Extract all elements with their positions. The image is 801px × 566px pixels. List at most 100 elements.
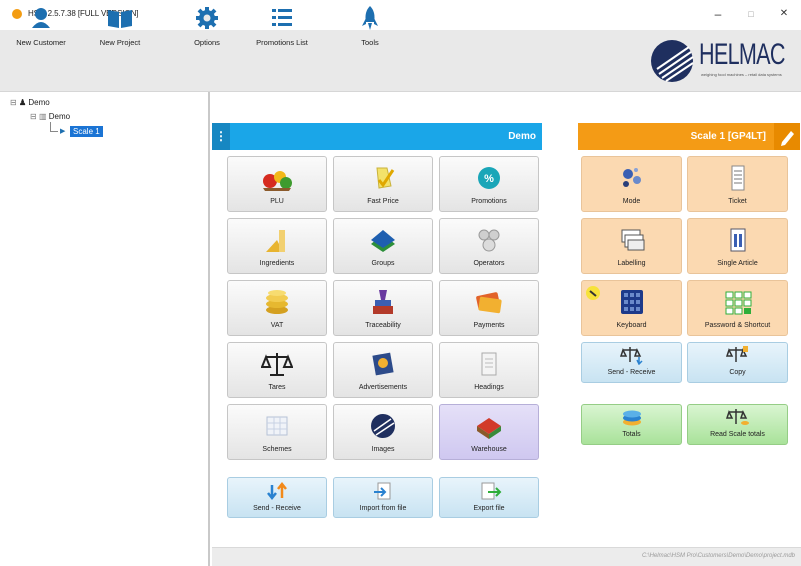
ingredients-label: Ingredients [259,260,295,267]
warehouse-icon [477,418,501,439]
warehouse-button[interactable]: Warehouse [439,404,539,460]
ingredients-button[interactable]: Ingredients [227,218,327,274]
send-receive-label: Send - Receive [253,505,301,512]
keyboard-label: Keyboard [616,322,647,329]
payments-label: Payments [473,322,505,329]
read-scale-totals-label: Read Scale totals [710,431,765,438]
single-article-label: Single Article [717,260,758,267]
demo-panel-title: Demo [508,131,536,142]
payments-button[interactable]: Payments [439,280,539,336]
traceability-label: Traceability [365,322,401,329]
promotions-list-button[interactable]: Promotions List [250,4,314,58]
produce-icon [263,171,292,191]
plu-label: PLU [270,198,284,205]
ticket-button[interactable]: Ticket [687,156,788,212]
read-scale-totals-button[interactable]: Read Scale totals [687,404,788,445]
operators-button[interactable]: Operators [439,218,539,274]
tree-node-project[interactable]: ⊟ ▥ Demo [30,112,70,121]
user-icon [32,8,50,28]
mode-icon [622,168,641,187]
export-file-button[interactable]: Export file [439,477,539,518]
fast-price-icon [376,167,395,189]
warehouse-label: Warehouse [471,446,507,453]
ticket-label: Ticket [728,198,747,205]
import-icon [374,482,391,500]
collapse-icon[interactable]: ⊟ [30,112,37,121]
password-shortcut-button[interactable]: Password & Shortcut [687,280,788,336]
logo-tagline: weighing food machines – retail data sys… [701,72,782,77]
gear-icon [196,7,218,29]
operators-icon [478,229,500,252]
plu-button[interactable]: PLU [227,156,327,212]
operators-label: Operators [473,260,505,267]
maximize-button[interactable]: □ [740,4,762,24]
menu-icon[interactable]: ⋮ [212,123,230,150]
traceability-icon [373,290,393,314]
collapse-icon[interactable]: ⊟ [10,98,17,107]
schemes-button[interactable]: Schemes [227,404,327,460]
tree-root-label: Demo [28,98,50,107]
book-icon [108,10,132,28]
edit-button[interactable] [774,123,800,150]
cards-icon [476,292,502,314]
single-article-button[interactable]: Single Article [687,218,788,274]
key-badge-icon [586,286,600,300]
mode-button[interactable]: Mode [581,156,682,212]
options-button[interactable]: Options [183,4,231,58]
tools-button[interactable]: Tools [352,4,388,58]
options-label: Options [194,38,220,47]
fast-price-label: Fast Price [367,198,399,205]
scale-panel-title: Scale 1 [GP4LT] [690,131,766,142]
send-receive-icon [267,481,287,501]
promotions-button[interactable]: % Promotions [439,156,539,212]
labels-icon [621,229,644,251]
scale-copy-icon [726,346,748,362]
status-bar: C:\Helmac\HSM Pro\Customers\Demo\Demo\pr… [212,547,801,566]
groups-label: Groups [371,260,395,267]
promotions-label: Promotions [471,198,507,205]
groups-icon [371,230,395,252]
tree-node-scale[interactable]: Scale 1 [70,126,103,137]
coins-icon [266,290,288,314]
rocket-icon [362,6,378,30]
send-receive-button[interactable]: Send - Receive [227,477,327,518]
labelling-label: Labelling [617,260,646,267]
traceability-button[interactable]: Traceability [333,280,433,336]
mode-label: Mode [622,198,641,205]
new-project-button[interactable]: New Project [92,4,148,58]
scale-copy-button[interactable]: Copy [687,342,788,383]
tools-label: Tools [361,38,379,47]
groups-button[interactable]: Groups [333,218,433,274]
totals-button[interactable]: Totals [581,404,682,445]
import-from-file-button[interactable]: Import from file [333,477,433,518]
tree-node-root[interactable]: ⊟ ♟ Demo [10,98,50,107]
ticket-icon [731,165,744,191]
percent-icon: % [478,167,500,189]
minimize-button[interactable]: – [707,4,729,24]
project-icon: ▥ [38,112,47,121]
scale-copy-label: Copy [729,369,746,376]
scale-panel-header: Scale 1 [GP4LT] [578,123,800,150]
tree-project-label: Demo [48,112,71,121]
demo-panel-header: ⋮ Demo [212,123,542,150]
images-button[interactable]: Images [333,404,433,460]
project-tree [0,92,210,566]
keyboard-icon [620,290,643,314]
close-button[interactable]: ✕ [773,4,795,24]
new-customer-button[interactable]: New Customer [10,4,72,58]
totals-label: Totals [622,431,641,438]
images-label: Images [371,446,395,453]
headings-button[interactable]: Headings [439,342,539,398]
vat-button[interactable]: VAT [227,280,327,336]
export-icon [481,482,502,500]
import-from-file-label: Import from file [359,505,407,512]
read-totals-icon [726,409,749,425]
scale-send-receive-button[interactable]: Send - Receive [581,342,682,383]
fast-price-button[interactable]: Fast Price [333,156,433,212]
advertisements-button[interactable]: Advertisements [333,342,433,398]
labelling-button[interactable]: Labelling [581,218,682,274]
tares-button[interactable]: Tares [227,342,327,398]
headings-label: Headings [474,384,504,391]
vat-label: VAT [270,322,284,329]
keyboard-button[interactable]: Keyboard [581,280,682,336]
